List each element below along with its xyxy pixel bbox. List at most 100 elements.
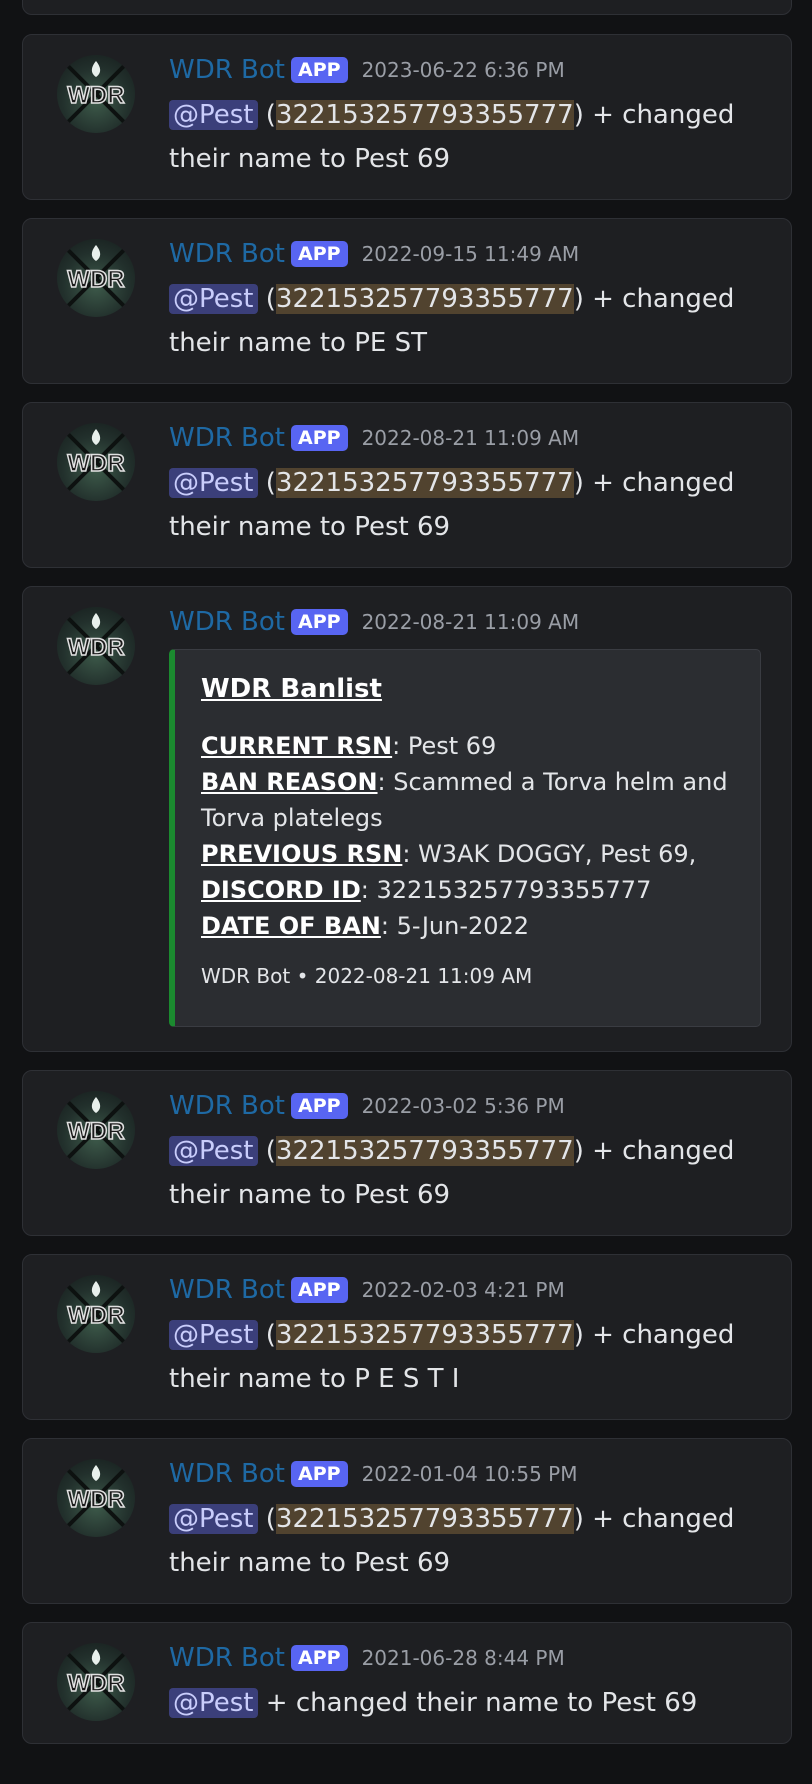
bot-username[interactable]: WDR Bot [169,239,285,269]
field-value: : W3AK DOGGY, Pest 69, [402,840,697,868]
message-content: @Pest (322153257793355777) + changed the… [169,1497,779,1585]
user-id: 322153257793355777 [275,100,574,130]
svg-text:WDR: WDR [67,634,124,661]
user-mention[interactable]: @Pest [169,468,258,498]
wdr-avatar-icon[interactable]: WDR [57,607,135,685]
wdr-avatar-icon[interactable]: WDR [57,1275,135,1353]
message-card-embed: WDR WDR Bot APP 2022-08-21 11:09 AM WDR Ba… [22,586,792,1052]
open-paren: ( [257,1136,276,1166]
user-mention[interactable]: @Pest [169,1320,258,1350]
message-timestamp[interactable]: 2022-01-04 10:55 PM [362,1462,578,1486]
wdr-avatar-icon[interactable]: WDR [57,239,135,317]
field-label: PREVIOUS RSN [201,840,403,868]
field-label: DISCORD ID [201,876,361,904]
wdr-avatar-icon[interactable]: WDR [57,423,135,501]
embed-field: PREVIOUS RSN: W3AK DOGGY, Pest 69, [201,836,741,872]
message-card: WDR WDR Bot APP 2022-09-15 11:49 AM @Pest … [22,218,792,384]
bot-username[interactable]: WDR Bot [169,1459,285,1489]
embed-field: BAN REASON: Scammed a Torva helm and Tor… [201,764,741,836]
message-timestamp[interactable]: 2022-09-15 11:49 AM [362,242,580,266]
bot-username[interactable]: WDR Bot [169,1091,285,1121]
message-card: WDR WDR Bot APP 2022-03-02 5:36 PM @Pest (… [22,1070,792,1236]
svg-text:WDR: WDR [67,450,124,477]
message-header: WDR Bot APP 2023-06-22 6:36 PM [169,55,565,87]
app-badge: APP [291,1277,348,1303]
message-timestamp[interactable]: 2022-03-02 5:36 PM [362,1094,565,1118]
message-card: WDR WDR Bot APP 2022-08-21 11:09 AM @Pest … [22,402,792,568]
app-badge: APP [291,1093,348,1119]
message-content: @Pest (322153257793355777) + changed the… [169,277,779,365]
message-header: WDR Bot APP 2022-09-15 11:49 AM [169,239,579,271]
open-paren: ( [257,1320,276,1350]
field-label: DATE OF BAN [201,912,381,940]
embed-field: DATE OF BAN: 5-Jun-2022 [201,908,741,944]
message-content: @Pest (322153257793355777) + changed the… [169,93,779,181]
embed-field: DISCORD ID: 322153257793355777 [201,872,741,908]
wdr-avatar-icon[interactable]: WDR [57,1643,135,1721]
user-id: 322153257793355777 [275,1136,574,1166]
message-card: WDR WDR Bot APP 2021-06-28 8:44 PM @Pest +… [22,1622,792,1744]
user-id: 322153257793355777 [275,284,574,314]
embed-title[interactable]: WDR Banlist [201,674,382,704]
message-content: @Pest (322153257793355777) + changed the… [169,461,779,549]
bot-username[interactable]: WDR Bot [169,423,285,453]
open-paren: ( [257,1504,276,1534]
app-badge: APP [291,57,348,83]
svg-text:WDR: WDR [67,82,124,109]
user-id: 322153257793355777 [275,1320,574,1350]
app-badge: APP [291,1645,348,1671]
open-paren: ( [257,284,276,314]
embed-field: CURRENT RSN: Pest 69 [201,728,741,764]
message-card: WDR WDR Bot APP 2023-06-22 6:36 PM @Pest (… [22,34,792,200]
message-timestamp[interactable]: 2022-08-21 11:09 AM [362,610,580,634]
bot-username[interactable]: WDR Bot [169,1643,285,1673]
message-timestamp[interactable]: 2021-06-28 8:44 PM [362,1646,565,1670]
svg-text:WDR: WDR [67,266,124,293]
message-timestamp[interactable]: 2022-08-21 11:09 AM [362,426,580,450]
user-id: 322153257793355777 [275,468,574,498]
app-badge: APP [291,241,348,267]
message-header: WDR Bot APP 2022-02-03 4:21 PM [169,1275,565,1307]
message-header: WDR Bot APP 2022-03-02 5:36 PM [169,1091,565,1123]
bot-username[interactable]: WDR Bot [169,55,285,85]
user-mention[interactable]: @Pest [169,1688,258,1718]
bot-username[interactable]: WDR Bot [169,1275,285,1305]
message-timestamp[interactable]: 2023-06-22 6:36 PM [362,58,565,82]
user-mention[interactable]: @Pest [169,1504,258,1534]
message-timestamp[interactable]: 2022-02-03 4:21 PM [362,1278,565,1302]
message-header: WDR Bot APP 2022-01-04 10:55 PM [169,1459,577,1491]
app-badge: APP [291,1461,348,1487]
svg-text:WDR: WDR [67,1302,124,1329]
open-paren: ( [257,468,276,498]
svg-text:WDR: WDR [67,1670,124,1697]
svg-text:WDR: WDR [67,1486,124,1513]
message-text: + changed their name to Pest 69 [257,1688,698,1718]
wdr-avatar-icon[interactable]: WDR [57,55,135,133]
wdr-avatar-icon[interactable]: WDR [57,1091,135,1169]
banlist-embed: WDR Banlist CURRENT RSN: Pest 69 BAN REA… [169,649,761,1027]
user-mention[interactable]: @Pest [169,284,258,314]
field-label: BAN REASON [201,768,378,796]
app-badge: APP [291,425,348,451]
embed-fields: CURRENT RSN: Pest 69 BAN REASON: Scammed… [201,728,741,944]
user-mention[interactable]: @Pest [169,100,258,130]
open-paren: ( [257,100,276,130]
field-label: CURRENT RSN [201,732,393,760]
previous-message-card [22,0,792,15]
message-content: @Pest (322153257793355777) + changed the… [169,1129,779,1217]
message-header: WDR Bot APP 2022-08-21 11:09 AM [169,423,579,455]
embed-footer: WDR Bot • 2022-08-21 11:09 AM [201,964,533,988]
field-value: : 322153257793355777 [360,876,652,904]
message-header: WDR Bot APP 2021-06-28 8:44 PM [169,1643,565,1675]
svg-text:WDR: WDR [67,1118,124,1145]
user-mention[interactable]: @Pest [169,1136,258,1166]
bot-username[interactable]: WDR Bot [169,607,285,637]
app-badge: APP [291,609,348,635]
message-content: @Pest (322153257793355777) + changed the… [169,1313,779,1401]
user-id: 322153257793355777 [275,1504,574,1534]
message-header: WDR Bot APP 2022-08-21 11:09 AM [169,607,579,639]
message-card: WDR WDR Bot APP 2022-01-04 10:55 PM @Pest … [22,1438,792,1604]
field-value: : Pest 69 [392,732,497,760]
wdr-avatar-icon[interactable]: WDR [57,1459,135,1537]
field-value: : 5-Jun-2022 [380,912,530,940]
